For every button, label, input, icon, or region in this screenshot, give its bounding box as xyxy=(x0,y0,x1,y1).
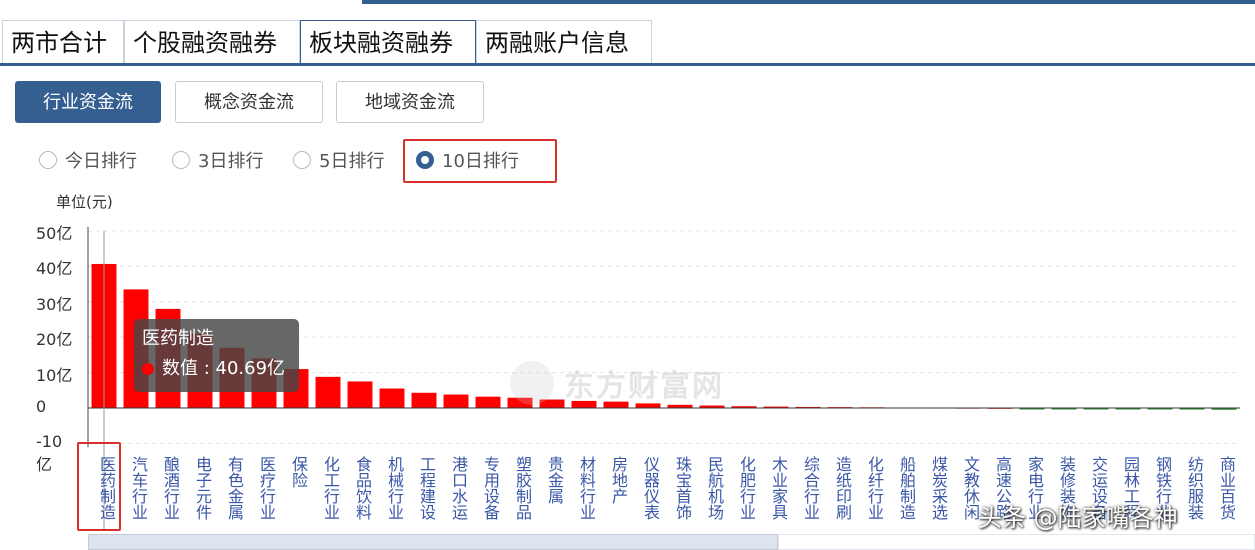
y-tick-label: 20亿 xyxy=(36,330,73,350)
x-tick-label: 珠宝首饰 xyxy=(673,456,692,520)
series-dot-icon xyxy=(142,363,154,375)
bar-12 xyxy=(475,396,501,408)
x-tick-label: 医疗行业 xyxy=(257,456,276,520)
x-tick-label: 文教休闲 xyxy=(961,456,980,520)
tooltip-label: 数值 xyxy=(162,358,198,379)
bar-9 xyxy=(379,388,405,408)
bar-8 xyxy=(347,381,373,408)
x-tick-label: 船舶制造 xyxy=(897,456,916,520)
x-tick-label: 保险 xyxy=(289,456,308,488)
x-tick-label: 材料行业 xyxy=(577,456,596,520)
y-tick-label: 50亿 xyxy=(36,224,73,243)
x-tick-label: 有色金属 xyxy=(225,456,244,520)
bar-10 xyxy=(411,392,437,408)
x-tick-label: 化工行业 xyxy=(321,456,340,520)
bar-11 xyxy=(443,394,469,408)
chart-scrollbar-track xyxy=(778,534,1255,550)
x-tick-label: 汽车行业 xyxy=(129,456,148,520)
x-tick-label: 工程建设 xyxy=(417,456,436,520)
y-tick-label: -10亿 xyxy=(36,432,63,475)
tooltip-value: 40.69亿 xyxy=(215,358,286,379)
watermark: 东方财富网 xyxy=(510,358,760,408)
x-tick-label: 仪器仪表 xyxy=(641,456,660,520)
x-tick-label: 专用设备 xyxy=(481,456,500,520)
x-tick-label: 煤炭采选 xyxy=(929,456,948,520)
x-tick-label: 酿酒行业 xyxy=(161,456,180,520)
bar-7 xyxy=(315,376,341,408)
x-tick-label: 造纸印刷 xyxy=(833,456,852,520)
x-tick-label: 贵金属 xyxy=(545,456,564,504)
x-tick-label: 房地产 xyxy=(609,456,628,504)
x-tick-label: 民航机场 xyxy=(705,456,724,520)
x-tick-label: 综合行业 xyxy=(801,456,820,520)
x-tick-label: 化肥行业 xyxy=(737,456,756,520)
tooltip-row: 数值 : 40.69亿 xyxy=(142,355,291,383)
tooltip-separator: : xyxy=(198,358,216,379)
eastmoney-logo-icon xyxy=(510,361,554,405)
x-tick-label: 港口水运 xyxy=(449,456,468,520)
y-tick-label: 10亿 xyxy=(36,365,73,385)
x-tick-label: 木业家具 xyxy=(769,456,788,520)
chart-tooltip: 医药制造 数值 : 40.69亿 xyxy=(134,319,299,392)
x-tick-label: 机械行业 xyxy=(385,456,404,520)
x-tick-label: 商业百货 xyxy=(1217,456,1236,520)
chart-scrollbar[interactable] xyxy=(88,534,778,550)
x-tick-label: 食品饮料 xyxy=(353,456,372,520)
x-tick-label: 塑胶制品 xyxy=(513,456,532,520)
source-credit: 头条 @陆家嘴各神 xyxy=(978,504,1178,532)
highlight-box-first-category xyxy=(77,442,121,531)
x-tick-label: 纺织服装 xyxy=(1185,456,1204,520)
y-tick-label: 40亿 xyxy=(36,259,73,279)
x-tick-label: 化纤行业 xyxy=(865,456,884,520)
y-tick-label: 0 xyxy=(36,397,47,416)
tooltip-title: 医药制造 xyxy=(142,328,214,349)
watermark-text: 东方财富网 xyxy=(564,369,724,404)
y-tick-label: 30亿 xyxy=(36,294,73,314)
x-tick-label: 电子元件 xyxy=(193,456,212,520)
